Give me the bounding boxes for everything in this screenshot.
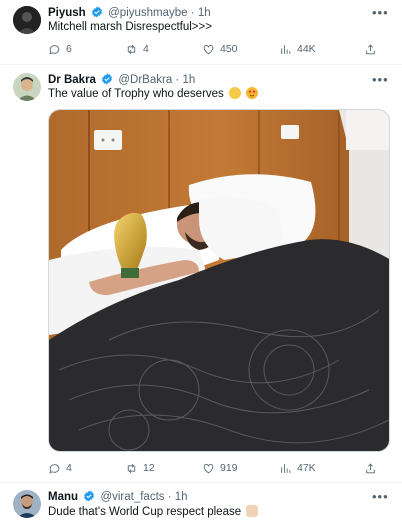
more-options-icon[interactable]: ••• xyxy=(372,72,388,88)
views-button[interactable]: 44K xyxy=(279,41,316,57)
tweet-1[interactable]: Piyush @piyushmaybe · 1h ••• Mitchell ma… xyxy=(0,0,402,65)
timestamp[interactable]: 1h xyxy=(198,7,211,19)
separator-dot: · xyxy=(190,7,195,19)
reply-count: 6 xyxy=(66,43,72,55)
display-name[interactable]: Piyush xyxy=(48,7,86,19)
repost-button[interactable]: 12 xyxy=(125,460,155,476)
username-handle[interactable]: @virat_facts xyxy=(100,491,164,503)
tweet-text: Dude that's World Cup respect please xyxy=(48,506,242,518)
heart-icon xyxy=(203,44,214,54)
tweet-text: The value of Trophy who deserves xyxy=(48,88,224,100)
like-button[interactable]: 450 xyxy=(202,41,238,57)
heart-icon xyxy=(203,463,214,473)
share-button[interactable] xyxy=(364,41,377,57)
tweet-text: Mitchell marsh Disrespectful>>> xyxy=(48,21,212,33)
repost-icon xyxy=(127,44,136,54)
like-count: 919 xyxy=(220,462,238,474)
verified-badge-icon xyxy=(102,73,113,85)
repost-icon xyxy=(127,463,136,473)
more-options-icon[interactable]: ••• xyxy=(372,5,388,21)
avatar[interactable] xyxy=(13,6,41,34)
avatar-image xyxy=(13,6,41,34)
repost-count: 12 xyxy=(143,462,155,474)
tweet-header: Manu @virat_facts · 1h xyxy=(48,489,188,505)
share-button[interactable] xyxy=(364,460,377,476)
tweet-image[interactable] xyxy=(48,109,390,452)
view-count: 44K xyxy=(297,43,316,55)
tweet-3[interactable]: Manu @virat_facts · 1h ••• Dude that's W… xyxy=(0,483,402,518)
views-chart-icon xyxy=(281,463,291,473)
display-name[interactable]: Dr Bakra xyxy=(48,74,96,86)
share-icon xyxy=(366,44,375,54)
avatar[interactable] xyxy=(13,490,41,518)
tweet-text-line: Dude that's World Cup respect please xyxy=(48,505,259,520)
reply-button[interactable]: 4 xyxy=(48,460,72,476)
share-icon xyxy=(366,463,375,473)
username-handle[interactable]: @DrBakra xyxy=(118,74,172,86)
tweet-header: Piyush @piyushmaybe · 1h xyxy=(48,5,211,21)
avatar[interactable] xyxy=(13,73,41,101)
view-count: 47K xyxy=(297,462,316,474)
verified-badge-icon xyxy=(91,6,102,18)
avatar-image xyxy=(13,490,41,518)
folded-hands-emoji-icon xyxy=(246,505,259,517)
reply-icon xyxy=(49,44,60,55)
more-options-icon[interactable]: ••• xyxy=(372,489,388,505)
timestamp[interactable]: 1h xyxy=(182,74,195,86)
reply-icon xyxy=(49,463,60,474)
reply-button[interactable]: 6 xyxy=(48,41,72,57)
reply-count: 4 xyxy=(66,462,72,474)
like-count: 450 xyxy=(220,43,238,55)
username-handle[interactable]: @piyushmaybe xyxy=(108,7,187,19)
views-chart-icon xyxy=(281,44,291,54)
like-button[interactable]: 919 xyxy=(202,460,238,476)
repost-count: 4 xyxy=(143,43,149,55)
views-button[interactable]: 47K xyxy=(279,460,316,476)
avatar-image xyxy=(13,73,41,101)
clapping-hands-emoji-icon xyxy=(229,87,241,99)
photo-trophy-in-bed xyxy=(49,110,389,451)
repost-button[interactable]: 4 xyxy=(125,41,149,57)
tweet-text-line: The value of Trophy who deserves xyxy=(48,87,259,102)
separator-dot: · xyxy=(175,74,180,86)
tweet-actions: 4 12 919 47K xyxy=(48,460,388,476)
verified-badge-icon xyxy=(84,490,95,502)
separator-dot: · xyxy=(167,491,172,503)
timestamp[interactable]: 1h xyxy=(175,491,188,503)
heart-eyes-emoji-icon xyxy=(246,87,259,99)
tweet-actions: 6 4 450 44K xyxy=(48,41,388,57)
tweet-header: Dr Bakra @DrBakra · 1h xyxy=(48,72,195,88)
display-name[interactable]: Manu xyxy=(48,491,78,503)
tweet-2[interactable]: Dr Bakra @DrBakra · 1h ••• The value of … xyxy=(0,65,402,483)
